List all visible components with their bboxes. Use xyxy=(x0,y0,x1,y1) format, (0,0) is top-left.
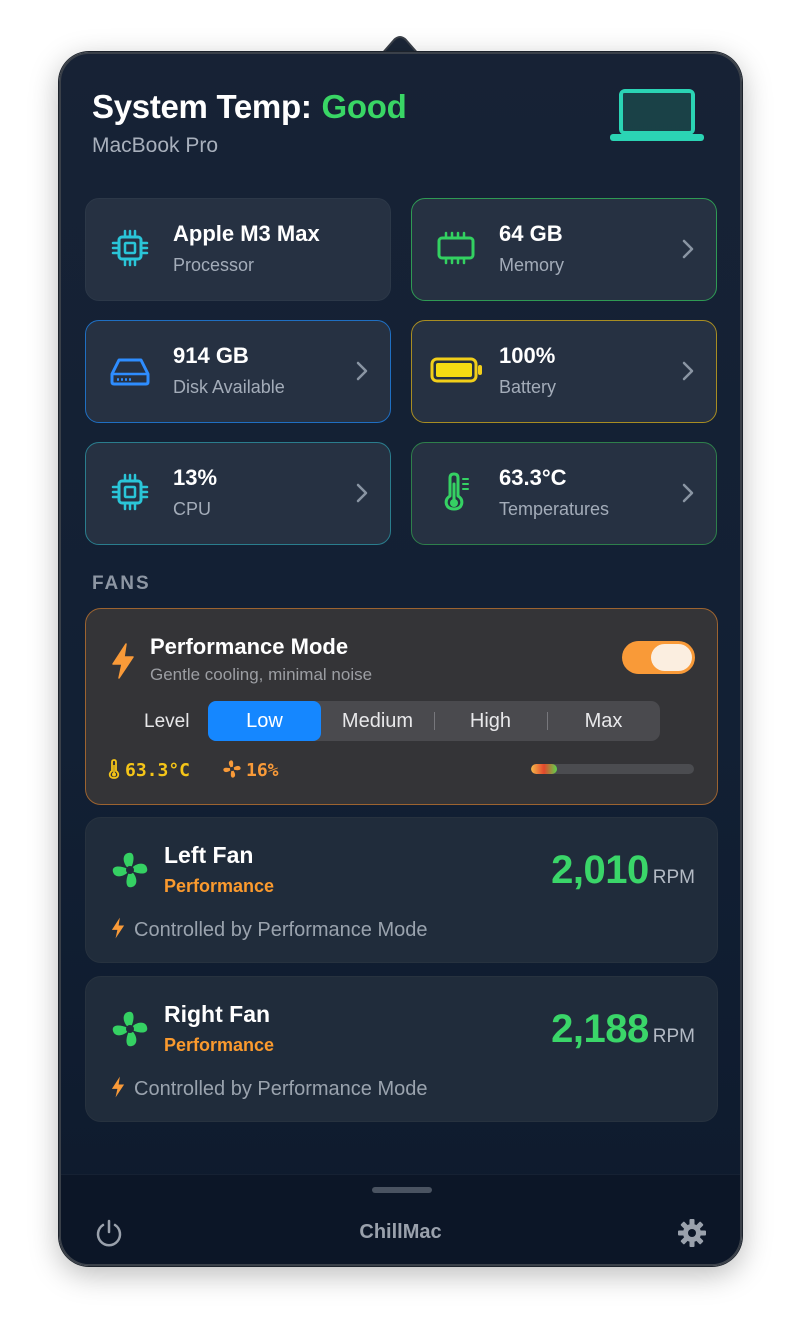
fan-mode: Performance xyxy=(164,1035,275,1055)
fan-name: Left Fan xyxy=(164,842,254,868)
cpu-chip-icon xyxy=(111,473,149,511)
fan-rpm-unit: RPM xyxy=(652,867,695,888)
system-temp-label: System Temp: xyxy=(92,88,312,125)
cpu-value: 13% xyxy=(173,465,218,490)
fan-icon xyxy=(223,760,241,778)
fan-mode: Performance xyxy=(164,876,275,896)
lightning-bolt-icon xyxy=(111,1076,125,1098)
memory-value: 64 GB xyxy=(499,221,563,246)
chevron-right-icon xyxy=(356,361,368,381)
left-fan-card: Left Fan Performance 2,010 RPM Controlled… xyxy=(85,817,718,963)
level-segmented-control: Low Medium High Max xyxy=(208,701,660,741)
lightning-bolt-icon xyxy=(112,643,134,679)
system-temp-status: Good xyxy=(321,88,407,125)
level-label: Level xyxy=(144,711,190,732)
fan-rpm-value: 2,188 xyxy=(551,1007,649,1051)
fan-icon xyxy=(112,852,148,888)
processor-value: Apple M3 Max xyxy=(173,221,320,246)
performance-temp-stat: 63.3°C xyxy=(108,759,190,781)
temperatures-card[interactable]: 63.3°C Temperatures xyxy=(411,442,717,545)
laptop-icon xyxy=(610,89,704,141)
performance-fan-percent: 16% xyxy=(246,760,279,781)
chevron-right-icon xyxy=(682,239,694,259)
thermometer-icon xyxy=(444,472,469,511)
battery-icon xyxy=(430,357,482,383)
performance-mode-title: Performance Mode xyxy=(150,634,349,659)
chevron-right-icon xyxy=(356,483,368,503)
level-option-medium[interactable]: Medium xyxy=(321,701,434,741)
cpu-chip-icon xyxy=(111,229,149,267)
fan-name: Right Fan xyxy=(164,1001,271,1027)
level-option-high[interactable]: High xyxy=(434,701,547,741)
fan-icon xyxy=(112,1011,148,1047)
thermometer-icon xyxy=(108,759,120,779)
fan-rpm-unit: RPM xyxy=(652,1026,695,1047)
chevron-right-icon xyxy=(682,361,694,381)
device-name: MacBook Pro xyxy=(92,134,219,157)
processor-label: Processor xyxy=(173,255,255,275)
fan-speed-bar-fill xyxy=(531,764,558,774)
memory-chip-icon xyxy=(437,231,475,265)
fan-control-text: Controlled by Performance Mode xyxy=(134,1078,428,1100)
fan-speed-bar xyxy=(531,764,694,774)
disk-card[interactable]: 914 GB Disk Available xyxy=(85,320,391,423)
system-temp-heading: System Temp: Good xyxy=(92,88,407,126)
performance-mode-toggle[interactable] xyxy=(622,641,695,674)
right-fan-card: Right Fan Performance 2,188 RPM Controlle… xyxy=(85,976,718,1122)
memory-label: Memory xyxy=(499,255,565,275)
performance-fan-stat: 16% xyxy=(222,759,279,781)
app-name: ChillMac xyxy=(359,1221,442,1243)
battery-card[interactable]: 100% Battery xyxy=(411,320,717,423)
system-monitor-popover: System Temp: Good MacBook Pro Apple M3 Ma… xyxy=(59,52,742,1266)
battery-label: Battery xyxy=(499,377,557,397)
fan-control-note: Controlled by Performance Mode xyxy=(110,1076,427,1101)
toggle-knob xyxy=(651,644,692,671)
gear-icon[interactable] xyxy=(677,1218,707,1248)
fan-control-note: Controlled by Performance Mode xyxy=(110,917,427,942)
disk-label: Disk Available xyxy=(173,377,285,397)
temperatures-value: 63.3°C xyxy=(499,465,567,490)
performance-temp-value: 63.3°C xyxy=(125,760,191,781)
performance-mode-card: Performance Mode Gentle cooling, minimal… xyxy=(85,608,718,805)
footer-bar: ChillMac xyxy=(61,1174,740,1264)
performance-mode-subtitle: Gentle cooling, minimal noise xyxy=(150,665,373,684)
chevron-right-icon xyxy=(682,483,694,503)
disk-value: 914 GB xyxy=(173,343,249,368)
fan-control-text: Controlled by Performance Mode xyxy=(134,919,428,941)
fan-rpm-readout: 2,010 RPM xyxy=(551,848,695,893)
fan-rpm-value: 2,010 xyxy=(551,848,649,892)
cpu-card[interactable]: 13% CPU xyxy=(85,442,391,545)
disk-drive-icon xyxy=(110,358,150,386)
cpu-label: CPU xyxy=(173,499,212,519)
temperatures-label: Temperatures xyxy=(499,499,610,519)
fans-section-title: FANS xyxy=(92,573,151,594)
level-option-low[interactable]: Low xyxy=(208,701,321,741)
processor-card: Apple M3 Max Processor xyxy=(85,198,391,301)
level-option-max[interactable]: Max xyxy=(547,701,660,741)
resize-grabber[interactable] xyxy=(372,1187,432,1193)
battery-value: 100% xyxy=(499,343,556,368)
memory-card[interactable]: 64 GB Memory xyxy=(411,198,717,301)
fan-rpm-readout: 2,188 RPM xyxy=(551,1007,695,1052)
lightning-bolt-icon xyxy=(111,917,125,939)
